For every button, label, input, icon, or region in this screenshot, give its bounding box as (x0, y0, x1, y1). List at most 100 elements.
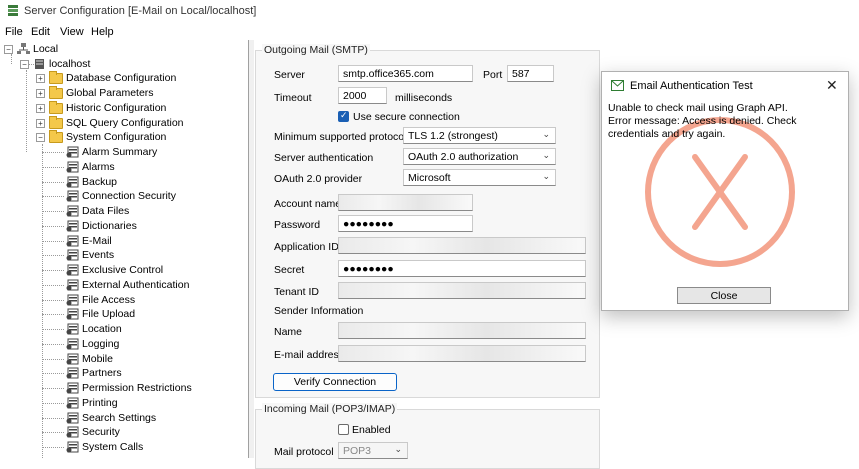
expand-icon[interactable]: + (36, 118, 45, 128)
panel-splitter[interactable] (249, 40, 254, 458)
tree-item-logging[interactable]: Logging (66, 337, 119, 351)
min-protocol-select[interactable]: TLS 1.2 (strongest) ⌄ (403, 127, 556, 144)
tree-item-mobile[interactable]: Mobile (66, 352, 113, 366)
tree-item-permission-restrictions[interactable]: Permission Restrictions (66, 381, 192, 395)
oauth-provider-label: OAuth 2.0 provider (274, 173, 363, 185)
expand-icon[interactable]: + (36, 103, 45, 113)
navigation-tree: − Local − localhost + Database Configurat… (0, 40, 249, 458)
chevron-down-icon: ⌄ (542, 171, 550, 181)
tree-label: Data Files (82, 205, 130, 217)
settings-page-icon (66, 412, 79, 423)
tree-label: Dictionaries (82, 219, 137, 232)
tree-label: Printing (82, 396, 118, 409)
tree-label: Partners (82, 367, 122, 380)
password-field[interactable]: ●●●●●●●● (338, 215, 473, 232)
tree-item-partners[interactable]: Partners (66, 366, 122, 380)
tree-node-sql-query-configuration[interactable]: + SQL Query Configuration (36, 115, 184, 130)
menu-help[interactable]: Help (91, 26, 114, 38)
chevron-down-icon: ⌄ (542, 150, 550, 160)
incoming-group-title: Incoming Mail (POP3/IMAP) (262, 403, 398, 415)
app-id-label: Application ID (274, 241, 339, 253)
tree-item-file-access[interactable]: File Access (66, 293, 135, 307)
settings-page-icon (66, 205, 79, 217)
collapse-icon[interactable]: − (36, 132, 45, 142)
tenant-field[interactable] (338, 282, 586, 299)
tree-label: Permission Restrictions (82, 382, 192, 394)
settings-page-icon (66, 264, 79, 276)
tree-item-system-calls[interactable]: System Calls (66, 440, 143, 454)
tree-label: Mobile (82, 352, 113, 365)
secure-connection-label: Use secure connection (353, 111, 460, 123)
settings-page-icon (66, 397, 79, 409)
menu-file[interactable]: File (5, 26, 23, 38)
oauth-provider-select[interactable]: Microsoft ⌄ (403, 169, 556, 186)
tree-item-exclusive-control[interactable]: Exclusive Control (66, 263, 163, 277)
tree-item-file-upload[interactable]: File Upload (66, 307, 135, 321)
incoming-group (255, 409, 600, 469)
email-auth-test-dialog: Email Authentication Test ✕ Unable to ch… (601, 71, 849, 311)
collapse-icon[interactable]: − (20, 59, 29, 69)
tree-label: Exclusive Control (82, 264, 164, 276)
tree-item-dictionaries[interactable]: Dictionaries (66, 219, 137, 233)
tree-node-historic-configuration[interactable]: + Historic Configuration (36, 100, 166, 115)
collapse-icon[interactable]: − (4, 44, 13, 54)
tree-item-alarm-summary[interactable]: Alarm Summary (66, 145, 157, 159)
server-app-icon (8, 5, 18, 16)
close-button[interactable]: Close (677, 287, 771, 304)
close-icon[interactable]: ✕ (826, 77, 838, 94)
settings-page-icon (66, 294, 79, 305)
verify-connection-button[interactable]: Verify Connection (273, 373, 397, 391)
timeout-field[interactable]: 2000 (338, 87, 387, 104)
account-field[interactable] (338, 194, 473, 211)
tree-item-e-mail[interactable]: E-Mail (66, 234, 112, 248)
tree-item-location[interactable]: Location (66, 322, 122, 336)
tree-node-global-parameters[interactable]: + Global Parameters (36, 85, 154, 100)
tree-label: File Access (82, 293, 136, 306)
server-icon (35, 59, 44, 69)
app-id-field[interactable] (338, 237, 586, 254)
sender-name-field[interactable] (338, 322, 586, 339)
settings-page-icon (66, 426, 79, 438)
enabled-checkbox[interactable] (338, 424, 349, 435)
settings-page-icon (66, 279, 79, 291)
tree-node-database-configuration[interactable]: + Database Configuration (36, 70, 176, 85)
tree-label: Events (82, 249, 115, 262)
menu-edit[interactable]: Edit (31, 26, 50, 38)
settings-page-icon (66, 323, 79, 335)
port-label: Port (483, 69, 503, 81)
folder-icon (49, 129, 63, 143)
mail-protocol-select[interactable]: POP3 ⌄ (338, 442, 408, 459)
tree-item-alarms[interactable]: Alarms (66, 160, 115, 174)
tenant-label: Tenant ID (274, 286, 319, 298)
tree-node-localhost[interactable]: − localhost (20, 57, 90, 71)
tree-item-connection-security[interactable]: Connection Security (66, 189, 176, 203)
email-label: E-mail address (274, 349, 345, 361)
secret-field[interactable]: ●●●●●●●● (338, 260, 586, 277)
settings-page-icon (66, 146, 79, 158)
tree-item-backup[interactable]: Backup (66, 175, 117, 189)
tree-item-search-settings[interactable]: Search Settings (66, 411, 156, 425)
tree-item-data-files[interactable]: Data Files (66, 204, 129, 218)
server-field[interactable]: smtp.office365.com (338, 65, 473, 82)
secure-connection-checkbox[interactable] (338, 110, 349, 122)
sender-info-label: Sender Information (274, 305, 364, 317)
folder-icon (49, 85, 63, 99)
tree-node-local[interactable]: − Local (4, 42, 58, 56)
tree-label: System Calls (82, 441, 144, 453)
sender-email-field[interactable] (338, 345, 586, 362)
menu-view[interactable]: View (60, 26, 84, 38)
min-protocol-label: Minimum supported protocol (274, 131, 407, 143)
expand-icon[interactable]: + (36, 88, 45, 98)
folder-icon (49, 115, 63, 129)
tree-item-security[interactable]: Security (66, 425, 120, 439)
server-auth-select[interactable]: OAuth 2.0 authorization ⌄ (403, 148, 556, 165)
tree-item-printing[interactable]: Printing (66, 396, 118, 410)
tree-item-external-authentication[interactable]: External Authentication (66, 278, 189, 292)
chevron-down-icon: ⌄ (542, 129, 550, 139)
settings-page-icon (66, 235, 79, 246)
settings-page-icon (66, 190, 79, 202)
tree-item-events[interactable]: Events (66, 248, 114, 262)
port-field[interactable]: 587 (507, 65, 554, 82)
expand-icon[interactable]: + (36, 73, 45, 83)
tree-node-system-configuration[interactable]: − System Configuration (36, 129, 166, 144)
